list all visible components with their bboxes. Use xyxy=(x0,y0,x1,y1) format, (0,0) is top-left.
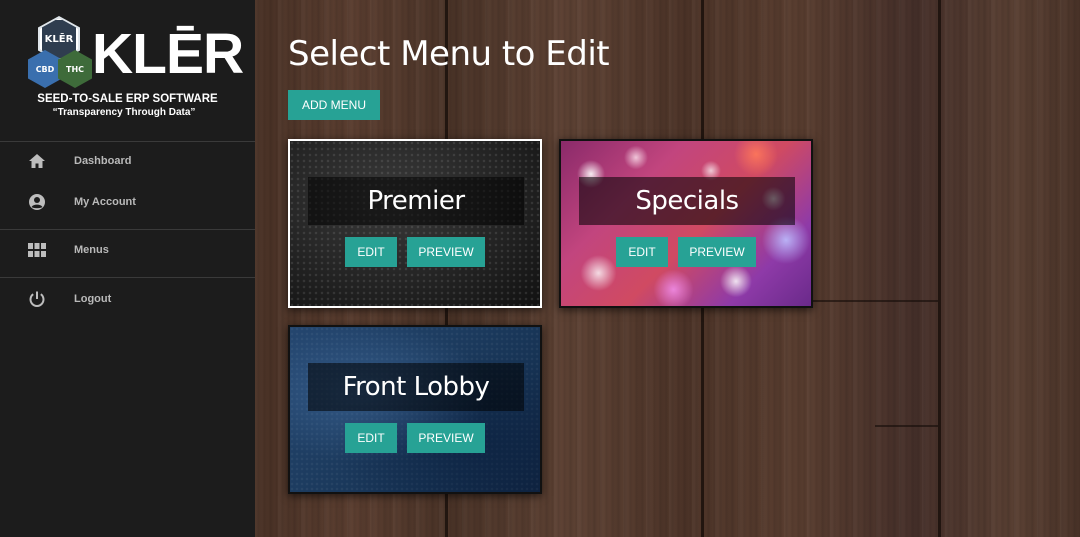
card-title: Specials xyxy=(635,186,739,216)
edit-button[interactable]: EDIT xyxy=(345,423,397,453)
card-title: Premier xyxy=(367,186,465,216)
logo[interactable]: KLĒR CBD THC KLĒR SEED-TO-SALE ERP SOFTW… xyxy=(0,0,255,141)
wood-plank-seam xyxy=(875,425,938,427)
sidebar: KLĒR CBD THC KLĒR SEED-TO-SALE ERP SOFTW… xyxy=(0,0,255,537)
sidebar-item-logout[interactable]: Logout xyxy=(0,281,255,317)
edit-button[interactable]: EDIT xyxy=(616,237,668,267)
page-title: Select Menu to Edit xyxy=(288,34,610,74)
sidebar-item-label: Menus xyxy=(74,244,109,256)
menu-card-premier[interactable]: Premier EDIT PREVIEW xyxy=(288,139,542,308)
card-title: Front Lobby xyxy=(342,372,490,402)
preview-button[interactable]: PREVIEW xyxy=(407,237,485,267)
preview-button[interactable]: PREVIEW xyxy=(407,423,485,453)
sidebar-item-label: Logout xyxy=(74,293,112,305)
grid-icon xyxy=(28,241,46,259)
account-circle-icon xyxy=(28,193,46,211)
sidebar-item-menus[interactable]: Menus xyxy=(0,232,255,268)
nav-divider xyxy=(0,229,255,230)
nav-divider xyxy=(0,141,255,142)
main-content: Select Menu to Edit ADD MENU Premier EDI… xyxy=(255,0,1080,537)
brand-motto: “Transparency Through Data” xyxy=(52,107,196,118)
edit-button[interactable]: EDIT xyxy=(345,237,397,267)
card-title-box: Premier xyxy=(308,177,524,225)
sidebar-item-dashboard[interactable]: Dashboard xyxy=(0,143,255,179)
power-icon xyxy=(28,290,46,308)
card-title-box: Specials xyxy=(579,177,795,225)
add-menu-button[interactable]: ADD MENU xyxy=(288,90,380,120)
sidebar-item-my-account[interactable]: My Account xyxy=(0,184,255,220)
sidebar-item-label: Dashboard xyxy=(74,155,132,167)
menu-card-front-lobby[interactable]: Front Lobby EDIT PREVIEW xyxy=(288,325,542,494)
menu-card-specials[interactable]: Specials EDIT PREVIEW xyxy=(559,139,813,308)
brand-tagline: SEED-TO-SALE ERP SOFTWARE xyxy=(37,93,218,105)
sidebar-item-label: My Account xyxy=(74,196,136,208)
wood-plank-seam xyxy=(938,0,941,537)
home-icon xyxy=(28,152,46,170)
brand-name: KLĒR xyxy=(92,22,244,86)
nav-divider xyxy=(0,277,255,278)
preview-button[interactable]: PREVIEW xyxy=(678,237,756,267)
card-title-box: Front Lobby xyxy=(308,363,524,411)
